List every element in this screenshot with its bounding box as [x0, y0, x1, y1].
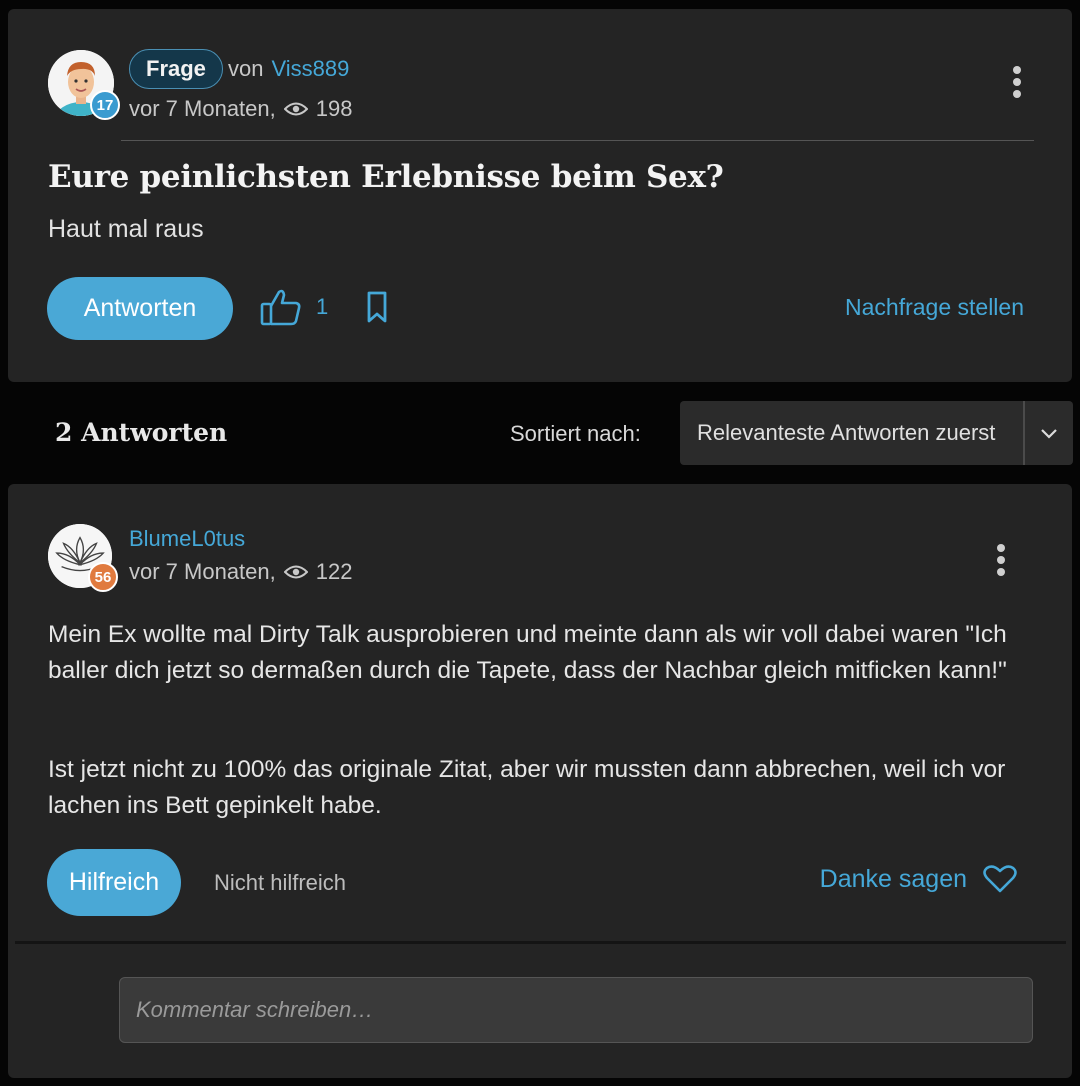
thumbs-up-icon — [260, 289, 301, 326]
followup-link[interactable]: Nachfrage stellen — [845, 294, 1024, 321]
thanks-button[interactable]: Danke sagen — [820, 864, 1017, 894]
thanks-label: Danke sagen — [819, 864, 967, 893]
answer-paragraph: Mein Ex wollte mal Dirty Talk ausprobier… — [48, 621, 1007, 684]
answer-button[interactable]: Antworten — [47, 277, 233, 340]
like-button[interactable]: 1 — [260, 287, 328, 327]
bookmark-icon[interactable] — [366, 290, 388, 324]
question-meta: vor 7 Monaten, 198 — [129, 96, 352, 122]
view-count: 122 — [315, 559, 353, 584]
question-type-pill: Frage — [129, 49, 223, 89]
eye-icon — [283, 102, 308, 116]
answer-author-link[interactable]: BlumeL0tus — [129, 526, 245, 552]
sort-dropdown[interactable]: Relevanteste Antworten zuerst — [680, 401, 1073, 465]
level-badge: 56 — [88, 562, 118, 592]
answer-author-avatar[interactable]: 56 — [48, 524, 118, 592]
more-vertical-icon[interactable] — [1007, 62, 1027, 102]
answer-paragraph: Ist jetzt nicht zu 100% das originale Zi… — [48, 756, 1006, 819]
by-label: von — [228, 56, 264, 81]
level-badge: 17 — [90, 90, 120, 120]
timestamp: vor 7 Monaten, — [129, 559, 276, 584]
answer-meta: vor 7 Monaten, 122 — [129, 559, 352, 585]
question-body: Haut mal raus — [48, 215, 204, 243]
author-line: von Viss889 — [228, 56, 349, 82]
comment-divider — [15, 941, 1066, 944]
chevron-down-icon[interactable] — [1025, 401, 1073, 465]
question-card: 17 Frage von Viss889 vor 7 Monaten, 198 … — [8, 9, 1072, 382]
author-avatar[interactable]: 17 — [48, 50, 120, 120]
sort-value: Relevanteste Antworten zuerst — [697, 420, 996, 445]
more-vertical-icon[interactable] — [991, 540, 1011, 580]
like-count: 1 — [316, 294, 329, 319]
eye-icon — [283, 565, 308, 579]
answer-card: 56 BlumeL0tus vor 7 Monaten, 122 Mein Ex… — [8, 484, 1072, 1078]
timestamp: vor 7 Monaten, — [129, 96, 276, 121]
question-title: Eure peinlichsten Erlebnisse beim Sex? — [48, 159, 724, 195]
heart-icon — [983, 865, 1017, 893]
not-helpful-button[interactable]: Nicht hilfreich — [214, 870, 346, 896]
answers-count: 2 Antworten — [55, 418, 228, 447]
sort-label: Sortiert nach: — [510, 421, 641, 446]
helpful-button[interactable]: Hilfreich — [47, 849, 181, 916]
view-count: 198 — [315, 96, 353, 121]
comment-input[interactable] — [119, 977, 1033, 1043]
author-link[interactable]: Viss889 — [271, 56, 349, 82]
header-divider — [121, 140, 1034, 141]
answer-author-name[interactable]: BlumeL0tus — [129, 526, 245, 552]
